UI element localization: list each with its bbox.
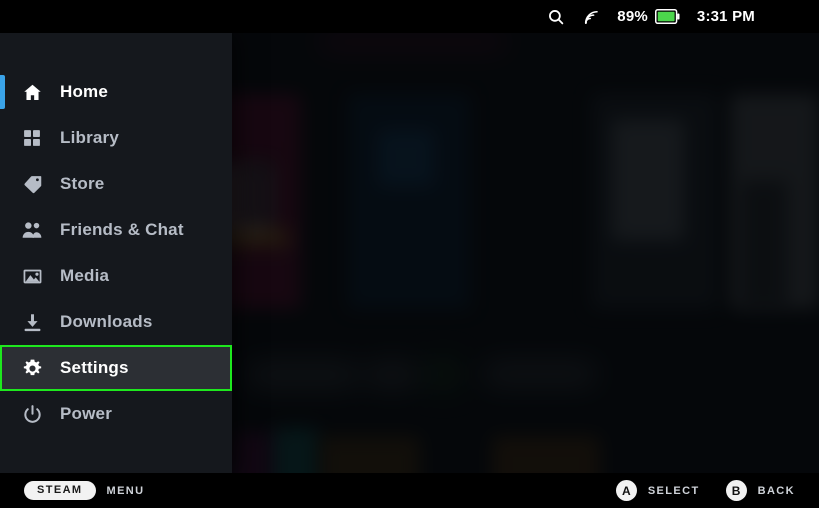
sidebar-item-friends-and-chat[interactable]: Friends & Chat bbox=[0, 207, 232, 253]
sidebar-item-media[interactable]: Media bbox=[0, 253, 232, 299]
sidebar-item-label: Friends & Chat bbox=[60, 220, 184, 239]
steam-button-pill[interactable]: STEAM bbox=[24, 481, 96, 500]
a-button-icon: A bbox=[615, 480, 637, 501]
back-action[interactable]: B BACK bbox=[725, 480, 795, 501]
home-icon bbox=[18, 78, 46, 106]
sidebar-item-label: Media bbox=[60, 266, 110, 285]
gear-icon bbox=[18, 354, 46, 382]
clock: 3:31 PM bbox=[697, 9, 755, 24]
back-label: BACK bbox=[757, 484, 795, 497]
download-icon bbox=[18, 308, 46, 336]
status-bar: 89% 3:31 PM bbox=[0, 0, 819, 33]
sidebar-nav: Home Library Store Friends & Chat Media … bbox=[0, 33, 232, 473]
sidebar-item-power[interactable]: Power bbox=[0, 391, 232, 437]
select-label: SELECT bbox=[647, 484, 700, 497]
sidebar-item-label: Home bbox=[60, 82, 109, 101]
sidebar-item-home[interactable]: Home bbox=[0, 69, 232, 115]
steam-deck-ui: 89% 3:31 PM Home Library Store Friends &… bbox=[0, 0, 819, 508]
menu-label: MENU bbox=[106, 484, 145, 497]
battery-status[interactable]: 89% bbox=[617, 9, 680, 24]
sidebar-item-settings[interactable]: Settings bbox=[0, 345, 232, 391]
b-button-icon: B bbox=[725, 480, 747, 501]
sidebar-item-label: Settings bbox=[60, 358, 129, 377]
sidebar-item-label: Library bbox=[60, 128, 120, 147]
select-action[interactable]: A SELECT bbox=[615, 480, 700, 501]
bottom-action-bar: STEAM MENU A SELECT B BACK bbox=[0, 473, 819, 508]
search-button[interactable] bbox=[547, 8, 565, 26]
friends-icon bbox=[18, 216, 46, 244]
power-icon bbox=[18, 400, 46, 428]
battery-icon bbox=[654, 9, 680, 24]
sidebar-item-store[interactable]: Store bbox=[0, 161, 232, 207]
library-icon bbox=[18, 124, 46, 152]
sidebar-item-downloads[interactable]: Downloads bbox=[0, 299, 232, 345]
sidebar-item-label: Power bbox=[60, 404, 113, 423]
media-icon bbox=[18, 262, 46, 290]
wifi-status[interactable] bbox=[582, 8, 600, 26]
store-tag-icon bbox=[18, 170, 46, 198]
sidebar-item-label: Downloads bbox=[60, 312, 153, 331]
sidebar-item-library[interactable]: Library bbox=[0, 115, 232, 161]
clock-label: 3:31 PM bbox=[696, 8, 755, 25]
battery-percent-label: 89% bbox=[617, 8, 648, 25]
wifi-signal-icon bbox=[582, 8, 600, 26]
sidebar-item-label: Store bbox=[60, 174, 105, 193]
search-icon bbox=[547, 8, 565, 26]
active-accent-bar bbox=[0, 75, 5, 109]
